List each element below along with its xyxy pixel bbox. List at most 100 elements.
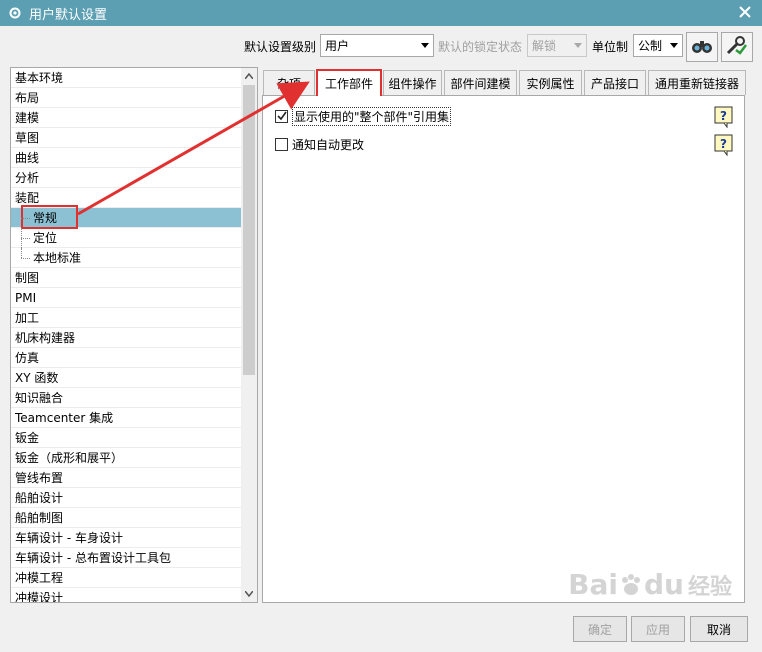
binoculars-icon: [691, 37, 713, 58]
tree-item-label: 基本环境: [15, 71, 64, 85]
lock-value: 解锁: [532, 39, 557, 53]
tab-5[interactable]: 产品接口: [584, 70, 646, 95]
tree-item-label: 船舶制图: [15, 511, 64, 525]
tree-item-label: 车辆设计 - 车身设计: [15, 531, 123, 545]
tree-item[interactable]: 曲线: [11, 148, 242, 168]
manage-settings-button[interactable]: [721, 32, 753, 62]
tree-item-label: 分析: [15, 171, 40, 185]
tree-item-label: 仿真: [15, 351, 40, 365]
option-label: 通知自动更改: [292, 137, 365, 152]
tab-4[interactable]: 实例属性: [519, 70, 582, 95]
find-settings-button[interactable]: [686, 32, 718, 62]
tree-item[interactable]: 船舶制图: [11, 508, 242, 528]
tree-item-label: 机床构建器: [15, 331, 76, 345]
tree-item-label: 钣金: [15, 431, 40, 445]
tree-item-label: 钣金（成形和展平）: [15, 451, 124, 465]
help-icon[interactable]: ?: [714, 134, 734, 157]
tree-item[interactable]: 车辆设计 - 车身设计: [11, 528, 242, 548]
tree-item[interactable]: 定位: [11, 228, 242, 248]
tree-item-label: 管线布置: [15, 471, 64, 485]
watermark-brand2: du: [644, 568, 684, 601]
tree-item[interactable]: 本地标准: [11, 248, 242, 268]
tree-item-label: 草图: [15, 131, 40, 145]
wrench-check-icon: [726, 35, 748, 59]
watermark-suffix: 经验: [687, 574, 732, 600]
tree-item[interactable]: 钣金（成形和展平）: [11, 448, 242, 468]
settings-toolbar: 默认设置级别 用户 默认的锁定状态 解锁 单位制 公制: [0, 31, 762, 62]
chevron-down-icon: [574, 43, 582, 48]
lock-select: 解锁: [527, 34, 587, 57]
tree-item[interactable]: 钣金: [11, 428, 242, 448]
svg-text:?: ?: [720, 109, 727, 123]
tree-item-label: 布局: [15, 91, 40, 105]
level-select[interactable]: 用户: [320, 34, 434, 57]
scroll-down-icon[interactable]: [241, 586, 257, 602]
tree-item[interactable]: 冲模设计: [11, 588, 242, 602]
tab-1[interactable]: 工作部件: [316, 69, 382, 96]
tree-item-label: XY 函数: [15, 371, 59, 385]
tree-item[interactable]: XY 函数: [11, 368, 242, 388]
tree-item-label: 曲线: [15, 151, 40, 165]
tree-item-label: Teamcenter 集成: [15, 411, 114, 425]
scroll-up-icon[interactable]: [241, 68, 257, 84]
tree-item-label: 常规: [33, 211, 58, 225]
tab-6[interactable]: 通用重新链接器: [648, 70, 746, 95]
tree-item[interactable]: 冲模工程: [11, 568, 242, 588]
tree-item[interactable]: 基本环境: [11, 68, 242, 88]
level-label: 默认设置级别: [244, 40, 317, 54]
tree-item-label: 制图: [15, 271, 40, 285]
unit-select[interactable]: 公制: [633, 34, 683, 57]
apply-button[interactable]: 应用: [631, 616, 685, 642]
unit-value: 公制: [638, 39, 663, 53]
tree-item[interactable]: 建模: [11, 108, 242, 128]
tree-item-label: 车辆设计 - 总布置设计工具包: [15, 551, 171, 565]
tree-item[interactable]: Teamcenter 集成: [11, 408, 242, 428]
tree-item[interactable]: 加工: [11, 308, 242, 328]
tree-item[interactable]: 分析: [11, 168, 242, 188]
tree-scrollbar[interactable]: [241, 68, 257, 602]
checkbox-checked[interactable]: [275, 109, 288, 123]
baidu-watermark: Bai du 经验: [568, 568, 732, 601]
tree-item[interactable]: 制图: [11, 268, 242, 288]
tree-item[interactable]: 管线布置: [11, 468, 242, 488]
unit-label: 单位制: [592, 40, 629, 54]
checkbox-unchecked[interactable]: [275, 137, 288, 151]
option-notify-auto-change[interactable]: 通知自动更改: [275, 135, 364, 153]
watermark-brand: Bai: [568, 568, 618, 601]
title-bar: 用户默认设置: [0, 0, 762, 26]
help-icon[interactable]: ?: [714, 106, 734, 129]
chevron-down-icon: [421, 43, 429, 48]
level-value: 用户: [325, 39, 350, 53]
tree-item[interactable]: 常规: [11, 205, 242, 229]
svg-text:?: ?: [720, 137, 727, 151]
tab-content-panel: 显示使用的"整个部件"引用集 ? 通知自动更改 ?: [262, 95, 745, 603]
option-label: 显示使用的"整个部件"引用集: [292, 106, 452, 126]
tree-item-label: 定位: [33, 231, 58, 245]
tree-item-label: PMI: [15, 291, 37, 305]
paw-icon: [618, 572, 644, 598]
tab-0[interactable]: 杂项: [263, 70, 315, 95]
tree-item-label: 装配: [15, 191, 40, 205]
tree-item[interactable]: 仿真: [11, 348, 242, 368]
chevron-down-icon: [670, 43, 678, 48]
tree-item[interactable]: 机床构建器: [11, 328, 242, 348]
tree-item-label: 建模: [15, 111, 40, 125]
close-icon[interactable]: [736, 3, 754, 21]
tab-3[interactable]: 部件间建模: [444, 70, 517, 95]
category-tree: 基本环境布局建模草图曲线分析装配常规定位本地标准制图 PMI 加工机床构建器仿真 XY…: [10, 67, 258, 603]
ok-button[interactable]: 确定: [573, 616, 627, 642]
scrollbar-thumb[interactable]: [243, 85, 255, 375]
tree-item[interactable]: 船舶设计: [11, 488, 242, 508]
settings-gear-icon: [7, 5, 23, 21]
lock-label: 默认的锁定状态: [438, 40, 523, 54]
tree-item[interactable]: 布局: [11, 88, 242, 108]
tree-item-label: 加工: [15, 311, 40, 325]
cancel-button[interactable]: 取消: [690, 616, 748, 642]
tab-2[interactable]: 组件操作: [383, 70, 442, 95]
tree-item[interactable]: 草图: [11, 128, 242, 148]
tree-item[interactable]: 知识融合: [11, 388, 242, 408]
tree-item[interactable]: 车辆设计 - 总布置设计工具包: [11, 548, 242, 568]
tree-item-label: 船舶设计: [15, 491, 64, 505]
tree-item[interactable]: PMI: [11, 288, 242, 308]
option-show-entire-part-refset[interactable]: 显示使用的"整个部件"引用集: [275, 106, 452, 126]
